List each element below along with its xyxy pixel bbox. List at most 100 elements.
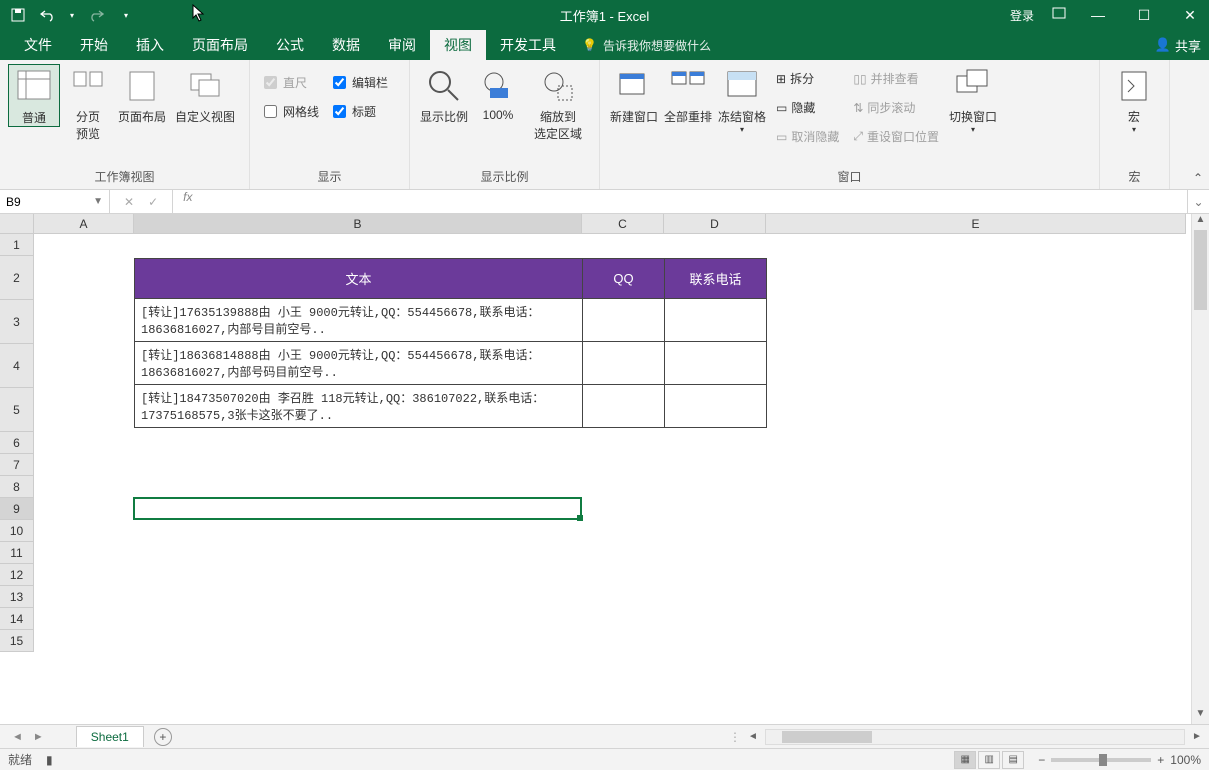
row-header[interactable]: 12 [0, 564, 34, 586]
horizontal-scrollbar[interactable] [765, 729, 1185, 745]
qat-dropdown-icon[interactable]: ▾ [124, 11, 128, 20]
column-header[interactable]: B [134, 214, 582, 234]
tab-page-layout[interactable]: 页面布局 [178, 29, 262, 61]
row-header[interactable]: 6 [0, 432, 34, 454]
new-window-button[interactable]: 新建窗口 [608, 64, 660, 125]
zoom-slider-thumb[interactable] [1099, 754, 1107, 766]
row-header[interactable]: 15 [0, 630, 34, 652]
close-icon[interactable]: ✕ [1176, 7, 1204, 24]
tab-file[interactable]: 文件 [10, 29, 66, 61]
zoom-icon [426, 68, 462, 104]
tab-developer[interactable]: 开发工具 [486, 29, 570, 61]
zoom-level[interactable]: 100% [1170, 753, 1201, 767]
scroll-up-icon[interactable]: ▲ [1192, 214, 1209, 230]
hide-button[interactable]: ▭隐藏 [770, 97, 845, 118]
page-layout-status-button[interactable]: ▥ [978, 751, 1000, 769]
redo-icon[interactable] [88, 7, 104, 23]
row-header[interactable]: 2 [0, 256, 34, 300]
row-header[interactable]: 11 [0, 542, 34, 564]
scroll-thumb[interactable] [1194, 230, 1207, 310]
macros-button[interactable]: 宏 ▾ [1108, 64, 1160, 134]
add-sheet-button[interactable]: + [154, 728, 172, 746]
formula-bar-checkbox[interactable]: 编辑栏 [327, 72, 394, 93]
row-header[interactable]: 10 [0, 520, 34, 542]
normal-view-button[interactable]: 普通 [8, 64, 60, 127]
row-header[interactable]: 14 [0, 608, 34, 630]
hscroll-thumb[interactable] [782, 731, 872, 743]
column-header[interactable]: C [582, 214, 664, 234]
tab-review[interactable]: 审阅 [374, 29, 430, 61]
zoom-in-button[interactable]: + [1157, 753, 1164, 767]
gridlines-checkbox[interactable]: 网格线 [258, 101, 325, 122]
page-break-button[interactable]: 分页 预览 [62, 64, 114, 142]
hscroll-right-icon[interactable]: ► [1189, 731, 1205, 742]
arrange-all-button[interactable]: 全部重排 [662, 64, 714, 125]
switch-windows-button[interactable]: 切换窗口 ▾ [947, 64, 999, 134]
expand-formula-bar-icon[interactable]: ⌄ [1187, 190, 1209, 213]
ribbon-display-icon[interactable] [1052, 7, 1066, 24]
tell-me-search[interactable]: 💡 告诉我你想要做什么 [582, 37, 711, 54]
side-by-side-icon: ▯▯ [853, 72, 866, 86]
zoom-selection-button[interactable]: 缩放到 选定区域 [526, 64, 590, 142]
ruler-checkbox[interactable]: 直尺 [258, 72, 325, 93]
tab-insert[interactable]: 插入 [122, 29, 178, 61]
zoom-button[interactable]: 显示比例 [418, 64, 470, 125]
column-header[interactable]: E [766, 214, 1186, 234]
page-break-status-button[interactable]: ▤ [1002, 751, 1024, 769]
undo-icon[interactable] [40, 7, 56, 23]
headings-checkbox[interactable]: 标题 [327, 101, 394, 122]
tab-nav-prev-icon[interactable]: ◄ [12, 731, 23, 743]
row-header[interactable]: 4 [0, 344, 34, 388]
page-layout-view-button[interactable]: 页面布局 [116, 64, 168, 125]
enter-formula-icon[interactable]: ✓ [148, 195, 158, 209]
cancel-formula-icon[interactable]: ✕ [124, 195, 134, 209]
fx-icon[interactable]: fx [173, 190, 202, 213]
name-box[interactable]: ▼ [0, 190, 110, 213]
zoom-slider[interactable] [1051, 758, 1151, 762]
name-box-input[interactable] [6, 195, 86, 209]
tab-nav-next-icon[interactable]: ► [33, 731, 44, 743]
row-header[interactable]: 13 [0, 586, 34, 608]
tab-data[interactable]: 数据 [318, 29, 374, 61]
zoom-out-button[interactable]: − [1038, 753, 1045, 767]
split-button[interactable]: ⊞拆分 [770, 68, 845, 89]
sheet-tab[interactable]: Sheet1 [76, 726, 144, 747]
custom-views-button[interactable]: 自定义视图 [170, 64, 240, 125]
row-header[interactable]: 1 [0, 234, 34, 256]
vertical-scrollbar[interactable]: ▲ ▼ [1191, 214, 1209, 724]
row-header[interactable]: 8 [0, 476, 34, 498]
freeze-panes-button[interactable]: 冻结窗格 ▾ [716, 64, 768, 134]
lightbulb-icon: 💡 [582, 38, 597, 52]
fill-handle[interactable] [577, 515, 583, 521]
macro-record-icon[interactable]: ▮ [46, 753, 53, 767]
name-box-dropdown-icon[interactable]: ▼ [93, 196, 103, 207]
reset-position-button[interactable]: ⤢重设窗口位置 [847, 126, 945, 147]
row-header[interactable]: 5 [0, 388, 34, 432]
row-header[interactable]: 7 [0, 454, 34, 476]
column-header[interactable]: A [34, 214, 134, 234]
side-by-side-button[interactable]: ▯▯并排查看 [847, 68, 945, 89]
row-header[interactable]: 3 [0, 300, 34, 344]
formula-input[interactable] [202, 190, 1187, 213]
tab-view[interactable]: 视图 [430, 29, 486, 61]
unhide-button[interactable]: ▭取消隐藏 [770, 126, 845, 147]
save-icon[interactable] [10, 7, 26, 23]
maximize-icon[interactable]: ☐ [1130, 7, 1158, 24]
zoom-100-button[interactable]: 100% [472, 64, 524, 122]
minimize-icon[interactable]: — [1084, 7, 1112, 23]
undo-dropdown-icon[interactable]: ▾ [70, 11, 74, 20]
sync-scroll-button[interactable]: ⇅同步滚动 [847, 97, 945, 118]
worksheet-grid[interactable]: ABCDE 123456789101112131415 文本 QQ 联系电话 [… [0, 214, 1209, 724]
scroll-down-icon[interactable]: ▼ [1192, 708, 1209, 724]
select-all-corner[interactable] [0, 214, 34, 234]
tab-home[interactable]: 开始 [66, 29, 122, 61]
collapse-ribbon-icon[interactable]: ⌃ [1193, 171, 1203, 185]
hscroll-left-icon[interactable]: ◄ [745, 731, 761, 742]
tab-formulas[interactable]: 公式 [262, 29, 318, 61]
normal-view-status-button[interactable]: ▦ [954, 751, 976, 769]
column-header[interactable]: D [664, 214, 766, 234]
row-header[interactable]: 9 [0, 498, 34, 520]
share-button[interactable]: 👤 共享 [1155, 36, 1201, 55]
login-button[interactable]: 登录 [1010, 7, 1034, 24]
tab-split-handle[interactable]: ⋮ [729, 730, 741, 744]
